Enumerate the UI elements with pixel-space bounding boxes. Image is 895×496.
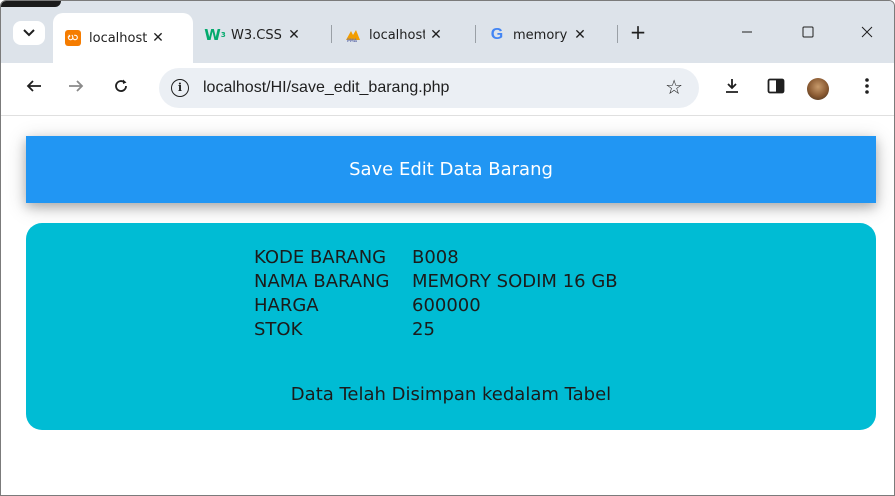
download-button[interactable]: [719, 77, 745, 101]
menu-button[interactable]: [854, 77, 880, 101]
close-window-button[interactable]: [852, 21, 882, 45]
browser-window: ဃ localhost ✕ W3 W3.CSS ✕ PMA localhost …: [0, 0, 895, 496]
row-value: 25: [412, 318, 435, 340]
close-tab-icon[interactable]: ✕: [569, 27, 591, 43]
reload-button[interactable]: [108, 77, 134, 101]
forward-arrow-icon: [69, 80, 84, 92]
tab-localhost-active[interactable]: ဃ localhost ✕: [53, 13, 193, 63]
tab-search-button[interactable]: [13, 21, 45, 45]
table-row: HARGA 600000: [254, 293, 618, 317]
page-title: Save Edit Data Barang: [349, 159, 553, 180]
row-label: STOK: [254, 318, 303, 340]
result-card: KODE BARANG B008 NAMA BARANG MEMORY SODI…: [26, 223, 876, 430]
table-row: NAMA BARANG MEMORY SODIM 16 GB: [254, 269, 618, 293]
kebab-menu-icon: [865, 78, 869, 94]
save-confirmation-message: Data Telah Disimpan kedalam Tabel: [290, 384, 612, 405]
xampp-icon: ဃ: [65, 30, 81, 46]
tab-w3css[interactable]: W3 W3.CSS ✕: [195, 15, 327, 55]
row-label: KODE BARANG: [254, 246, 387, 268]
w3schools-icon: W3: [204, 26, 226, 44]
page-header: Save Edit Data Barang: [26, 136, 876, 203]
maximize-button[interactable]: [793, 21, 823, 45]
table-row: STOK 25: [254, 317, 618, 341]
tab-title: localhost: [369, 27, 425, 43]
reload-icon: [115, 79, 127, 92]
profile-avatar[interactable]: [807, 78, 829, 100]
row-value: MEMORY SODIM 16 GB: [412, 270, 618, 292]
tab-separator: [475, 25, 476, 43]
tab-separator: [331, 25, 332, 43]
address-bar[interactable]: i localhost/HI/save_edit_barang.php ☆: [159, 68, 699, 108]
row-value: 600000: [412, 294, 481, 316]
address-url[interactable]: localhost/HI/save_edit_barang.php: [203, 79, 449, 97]
new-tab-button[interactable]: +: [625, 21, 651, 45]
bookmark-star-icon[interactable]: ☆: [665, 75, 683, 99]
back-button[interactable]: [21, 77, 47, 101]
maximize-icon: [802, 26, 814, 38]
phpmyadmin-icon: PMA: [345, 27, 361, 43]
google-icon: G: [490, 26, 504, 43]
tab-title: W3.CSS: [231, 27, 282, 43]
browser-toolbar: i localhost/HI/save_edit_barang.php ☆: [1, 63, 894, 116]
minimize-icon: [742, 31, 752, 33]
site-info-icon[interactable]: i: [171, 79, 189, 97]
window-corner-decoration: [1, 1, 61, 7]
close-tab-icon[interactable]: ✕: [425, 27, 447, 43]
row-value: B008: [412, 246, 459, 268]
tab-title: memory: [513, 27, 568, 43]
download-icon: [726, 79, 738, 93]
close-tab-icon[interactable]: ✕: [283, 27, 305, 43]
row-label: NAMA BARANG: [254, 270, 390, 292]
table-row: KODE BARANG B008: [254, 245, 618, 269]
tab-strip: ဃ localhost ✕ W3 W3.CSS ✕ PMA localhost …: [1, 1, 894, 63]
tab-separator: [617, 25, 618, 43]
chevron-down-icon: [23, 29, 35, 37]
tab-title: localhost: [89, 30, 147, 46]
side-panel-icon: [767, 78, 785, 94]
forward-button[interactable]: [63, 77, 89, 101]
tab-phpmyadmin[interactable]: PMA localhost ✕: [333, 15, 471, 55]
data-table: KODE BARANG B008 NAMA BARANG MEMORY SODI…: [254, 245, 618, 341]
svg-text:PMA: PMA: [347, 38, 358, 42]
side-panel-button[interactable]: [763, 77, 789, 101]
back-arrow-icon: [26, 80, 41, 92]
close-icon: [861, 26, 873, 38]
row-label: HARGA: [254, 294, 319, 316]
page-content: Save Edit Data Barang KODE BARANG B008 N…: [1, 116, 894, 495]
close-tab-icon[interactable]: ✕: [147, 30, 169, 46]
minimize-button[interactable]: [732, 21, 762, 45]
tab-google-memory[interactable]: G memory ✕: [477, 15, 615, 55]
